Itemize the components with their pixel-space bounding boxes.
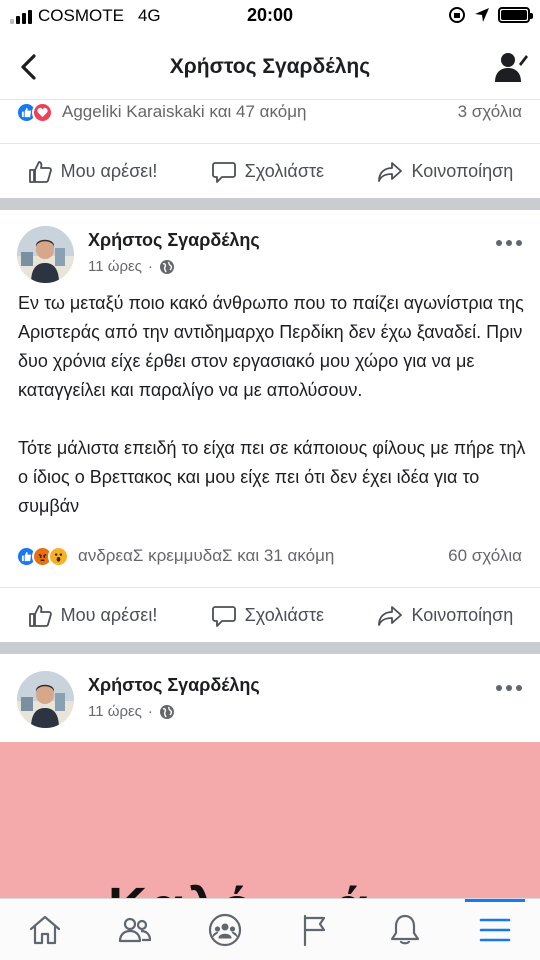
share-label: Κοινοποίηση: [411, 605, 514, 625]
post-actions: Μου αρέσει! Σχολιάστε Κοινοποίηση: [0, 587, 540, 643]
notifications-bell-icon: [390, 914, 420, 944]
more-options-icon[interactable]: [496, 238, 522, 248]
meta-separator: ·: [147, 258, 153, 275]
top-post-actions: Μου αρέσει! Σχολιάστε Κοινοποίηση: [0, 143, 540, 199]
menu-icon: [479, 918, 511, 941]
tab-notifications[interactable]: [375, 900, 435, 960]
love-icon: [32, 101, 53, 123]
comment-label: Σχολιάστε: [244, 161, 325, 181]
reactions-count: ανδρεαΣ κρεμμυδαΣ και 31 ακόμη: [78, 546, 335, 565]
feed-divider: [0, 642, 540, 654]
post-paragraph: Τότε μάλιστα επειδή το είχα πει σε κάποι…: [18, 438, 526, 516]
globe-icon: [159, 259, 174, 274]
page-title: Χρήστος Σγαρδέλης: [169, 54, 371, 78]
comment-bubble-icon: [211, 161, 236, 183]
thumbs-up-icon: [28, 160, 52, 183]
post-body: Εν τω μεταξύ ποιο κακό άνθρωπο που το πα…: [18, 289, 528, 550]
reaction-icons: [16, 101, 53, 123]
post-meta: 11 ώρες ·: [88, 703, 175, 720]
post-time[interactable]: 11 ώρες: [88, 703, 142, 720]
avatar[interactable]: [17, 226, 74, 283]
post-header: Χρήστος Σγαρδέλης 11 ώρες ·: [0, 671, 540, 737]
tab-friends[interactable]: [105, 900, 165, 960]
thumbs-up-icon: [28, 604, 52, 627]
location-arrow-icon: [475, 8, 489, 22]
groups-icon: [208, 913, 242, 946]
comment-button[interactable]: Σχολιάστε: [211, 159, 324, 185]
reactions-count: Aggeliki Karaiskaki και 47 ακόμη: [62, 102, 307, 121]
share-arrow-icon: [378, 161, 403, 182]
post-paragraph: Εν τω μεταξύ ποιο κακό άνθρωπο που το πα…: [18, 293, 524, 400]
bottom-tab-bar: [0, 898, 540, 960]
reaction-icons: [16, 545, 69, 567]
chevron-left-icon[interactable]: [14, 52, 44, 82]
globe-icon: [159, 704, 174, 719]
avatar[interactable]: [17, 671, 74, 728]
post-header: Χρήστος Σγαρδέλης 11 ώρες ·: [0, 226, 540, 292]
battery-icon: [498, 7, 533, 23]
top-post-reactions[interactable]: Aggeliki Karaiskaki και 47 ακόμη 3 σχόλι…: [0, 97, 540, 127]
status-bar: COSMOTE 4G 20:00: [0, 0, 540, 34]
wow-icon: [48, 545, 69, 567]
share-button[interactable]: Κοινοποίηση: [377, 603, 513, 629]
profile-header: Χρήστος Σγαρδέλης: [0, 34, 540, 100]
status-right: [448, 6, 533, 24]
tab-home[interactable]: [15, 900, 75, 960]
post-time[interactable]: 11 ώρες: [88, 258, 142, 275]
like-label: Μου αρέσει!: [60, 161, 158, 181]
post-author[interactable]: Χρήστος Σγαρδέλης: [88, 675, 260, 696]
like-button[interactable]: Μου αρέσει!: [27, 603, 158, 629]
share-arrow-icon: [378, 605, 403, 626]
meta-separator: ·: [147, 703, 153, 720]
like-button[interactable]: Μου αρέσει!: [27, 159, 158, 185]
friends-icon: [118, 917, 152, 942]
comments-count[interactable]: 60 σχόλια: [448, 546, 522, 566]
share-button[interactable]: Κοινοποίηση: [377, 159, 513, 185]
orientation-lock-icon: [449, 7, 465, 23]
post-author[interactable]: Χρήστος Σγαρδέλης: [88, 230, 260, 251]
home-icon: [29, 915, 61, 944]
post-meta: 11 ώρες ·: [88, 258, 175, 275]
comment-button[interactable]: Σχολιάστε: [211, 603, 324, 629]
comment-label: Σχολιάστε: [244, 605, 325, 625]
comment-bubble-icon: [211, 605, 236, 627]
profile-edit-icon[interactable]: [494, 50, 528, 84]
tab-groups[interactable]: [195, 900, 255, 960]
more-options-icon[interactable]: [496, 683, 522, 693]
post-image[interactable]: Καλό… ά: [0, 742, 540, 902]
tab-pages[interactable]: [285, 900, 345, 960]
share-label: Κοινοποίηση: [411, 161, 514, 181]
pages-flag-icon: [303, 914, 326, 946]
feed-divider: [0, 198, 540, 210]
post-reactions[interactable]: ανδρεαΣ κρεμμυδαΣ και 31 ακόμη 60 σχόλια: [0, 541, 540, 571]
tab-menu[interactable]: [465, 898, 525, 960]
like-label: Μου αρέσει!: [60, 605, 158, 625]
comments-count[interactable]: 3 σχόλια: [458, 102, 522, 122]
